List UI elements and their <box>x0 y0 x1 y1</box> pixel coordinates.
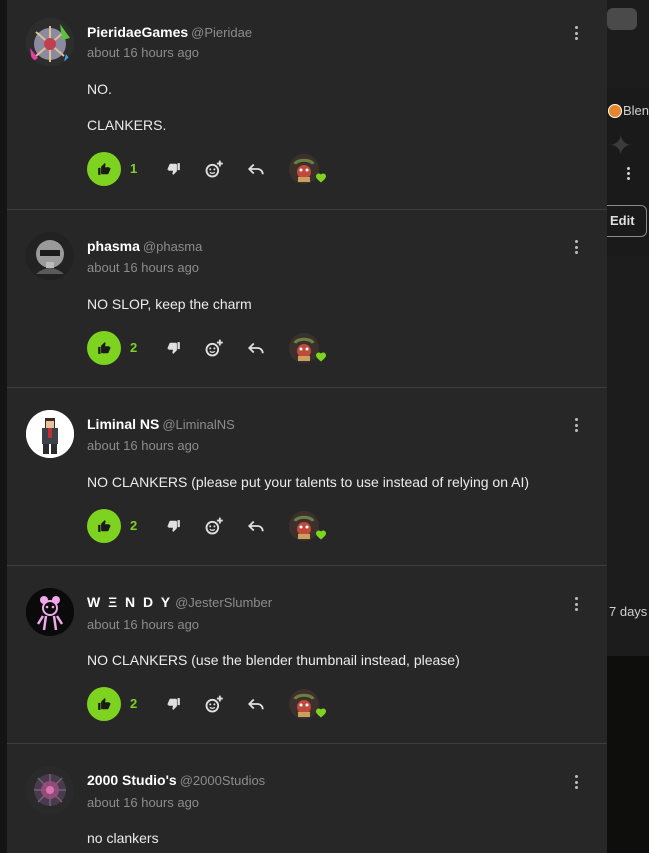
react-button[interactable] <box>203 158 225 180</box>
comment-timestamp[interactable]: about 16 hours ago <box>87 260 199 275</box>
creator-heart <box>287 687 326 721</box>
author-name[interactable]: W Ξ N D Y <box>87 594 172 610</box>
background-thumbnail <box>607 656 649 853</box>
comment-text: NO. <box>87 81 112 97</box>
comment-author[interactable]: Liminal NS @LiminalNS <box>87 416 235 432</box>
author-handle[interactable]: @JesterSlumber <box>175 595 272 610</box>
avatar[interactable] <box>26 766 74 814</box>
like-count: 2 <box>130 696 138 711</box>
reply-icon <box>247 163 264 175</box>
author-name[interactable]: 2000 Studio's <box>87 772 177 788</box>
comment-timestamp[interactable]: about 16 hours ago <box>87 617 199 632</box>
like-count: 2 <box>130 340 138 355</box>
more-options-icon[interactable] <box>575 775 579 791</box>
dislike-button[interactable] <box>163 337 185 359</box>
like-count: 2 <box>130 518 138 533</box>
author-handle[interactable]: @Pieridae <box>191 25 252 40</box>
comment-item: phasma @phasma about 16 hours ago NO SLOP… <box>7 210 607 388</box>
background-channel-name[interactable]: Blen <box>623 103 649 118</box>
thumbs-up-icon <box>98 698 111 710</box>
author-handle[interactable]: @phasma <box>143 239 202 254</box>
avatar[interactable] <box>26 588 74 636</box>
more-options-icon[interactable] <box>627 166 631 182</box>
author-name[interactable]: Liminal NS <box>87 416 159 432</box>
like-button[interactable] <box>87 152 121 186</box>
reply-icon <box>247 698 264 710</box>
comment-item: 2000 Studio's @2000Studios about 16 hours… <box>7 744 607 853</box>
add-reaction-icon <box>205 339 223 357</box>
thumbs-down-icon <box>167 520 180 532</box>
author-handle[interactable]: @2000Studios <box>180 773 265 788</box>
author-name[interactable]: PieridaeGames <box>87 24 188 40</box>
comment-text: CLANKERS. <box>87 117 167 133</box>
heart-icon <box>316 173 326 183</box>
avatar[interactable] <box>26 410 74 458</box>
reply-button[interactable] <box>245 515 267 537</box>
background-search-bar[interactable] <box>607 8 637 30</box>
dislike-button[interactable] <box>163 693 185 715</box>
reply-icon <box>247 520 264 532</box>
thumbs-down-icon <box>167 342 180 354</box>
edit-button[interactable]: Edit <box>607 205 647 237</box>
comment-timestamp[interactable]: about 16 hours ago <box>87 45 199 60</box>
dislike-button[interactable] <box>163 158 185 180</box>
comment-item: Liminal NS @LiminalNS about 16 hours ago … <box>7 388 607 566</box>
comment-text: NO SLOP, keep the charm <box>87 296 252 312</box>
background-page: Blen ✦ Edit 7 days <box>607 0 649 853</box>
thumbs-down-icon <box>167 698 180 710</box>
author-name[interactable]: phasma <box>87 238 140 254</box>
comment-text: NO CLANKERS (please put your talents to … <box>87 474 530 490</box>
thumbs-down-icon <box>167 163 180 175</box>
react-button[interactable] <box>203 337 225 359</box>
comment-actions: 1 <box>87 152 347 186</box>
creator-heart <box>287 509 326 543</box>
thumbs-up-icon <box>98 163 111 175</box>
reply-button[interactable] <box>245 158 267 180</box>
more-options-icon[interactable] <box>575 418 579 434</box>
dislike-button[interactable] <box>163 515 185 537</box>
react-button[interactable] <box>203 693 225 715</box>
channel-avatar-icon[interactable] <box>608 104 622 118</box>
comment-timestamp[interactable]: about 16 hours ago <box>87 438 199 453</box>
thumbs-up-icon <box>98 342 111 354</box>
comment-author[interactable]: phasma @phasma <box>87 238 202 254</box>
comments-panel: PieridaeGames @Pieridae about 16 hours ag… <box>7 0 607 853</box>
comment-item: PieridaeGames @Pieridae about 16 hours ag… <box>7 0 607 210</box>
avatar[interactable] <box>26 18 74 66</box>
heart-icon <box>316 530 326 540</box>
add-reaction-icon <box>205 695 223 713</box>
comment-text: no clankers <box>87 830 159 846</box>
like-button[interactable] <box>87 687 121 721</box>
more-options-icon[interactable] <box>575 240 579 256</box>
comment-actions: 2 <box>87 509 347 543</box>
comment-author[interactable]: W Ξ N D Y @JesterSlumber <box>87 594 272 610</box>
more-options-icon[interactable] <box>575 26 579 42</box>
comment-author[interactable]: 2000 Studio's @2000Studios <box>87 772 265 788</box>
heart-icon <box>316 352 326 362</box>
comment-author[interactable]: PieridaeGames @Pieridae <box>87 24 252 40</box>
comment-timestamp[interactable]: about 16 hours ago <box>87 795 199 810</box>
add-reaction-icon <box>205 160 223 178</box>
like-count: 1 <box>130 161 138 176</box>
like-button[interactable] <box>87 509 121 543</box>
like-button[interactable] <box>87 331 121 365</box>
more-options-icon[interactable] <box>575 597 579 613</box>
comment-text: NO CLANKERS (use the blender thumbnail i… <box>87 652 460 668</box>
heart-icon <box>316 708 326 718</box>
comment-actions: 2 <box>87 687 347 721</box>
creator-heart <box>287 331 326 365</box>
reply-icon <box>247 342 264 354</box>
comment-item: W Ξ N D Y @JesterSlumber about 16 hours a… <box>7 566 607 744</box>
comment-actions: 2 <box>87 331 347 365</box>
reply-button[interactable] <box>245 337 267 359</box>
reply-button[interactable] <box>245 693 267 715</box>
background-timestamp: 7 days <box>609 604 648 619</box>
avatar[interactable] <box>26 232 74 280</box>
add-reaction-icon <box>205 517 223 535</box>
author-handle[interactable]: @LiminalNS <box>162 417 234 432</box>
react-button[interactable] <box>203 515 225 537</box>
creator-heart <box>287 152 326 186</box>
thumbs-up-icon <box>98 520 111 532</box>
sparkle-icon: ✦ <box>609 130 633 161</box>
